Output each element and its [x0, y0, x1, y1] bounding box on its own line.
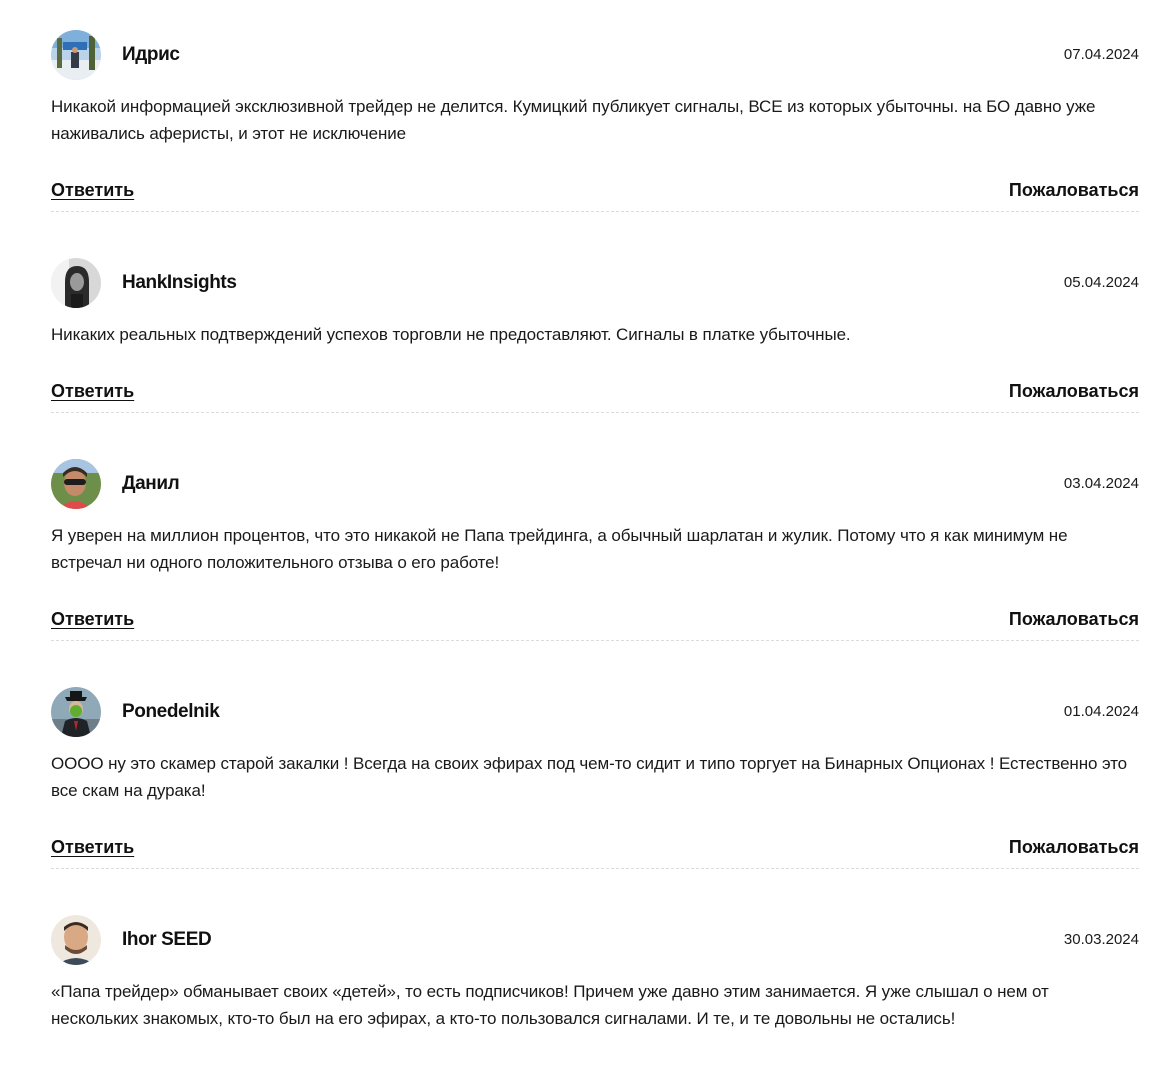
- man-sunglasses-photo-icon: [51, 459, 101, 509]
- avatar[interactable]: [51, 258, 101, 308]
- person-outdoor-photo-icon: [51, 30, 101, 80]
- comment-item: HankInsights 05.04.2024 Никаких реальных…: [51, 258, 1139, 413]
- comment-date: 01.04.2024: [1063, 703, 1139, 720]
- comment-text: Я уверен на миллион процентов, что это н…: [51, 526, 1068, 572]
- man-portrait-photo-icon: [51, 915, 101, 965]
- divider: [51, 868, 1139, 869]
- reply-link[interactable]: Ответить: [51, 837, 134, 858]
- comment-date: 03.04.2024: [1063, 475, 1139, 492]
- comment-author: Ihor SEED: [122, 929, 212, 950]
- bw-portrait-photo-icon: [51, 258, 101, 308]
- comment-header: HankInsights 05.04.2024: [51, 258, 1139, 308]
- comment-actions: Ответить Пожаловаться: [51, 837, 1139, 867]
- reply-link[interactable]: Ответить: [51, 180, 134, 201]
- report-link[interactable]: Пожаловаться: [1009, 180, 1139, 201]
- comment-actions: Ответить Пожаловаться: [51, 381, 1139, 411]
- reply-link[interactable]: Ответить: [51, 609, 134, 630]
- comment-date: 07.04.2024: [1063, 46, 1139, 63]
- comment-author: Данил: [122, 473, 180, 494]
- comment-actions: Ответить Пожаловаться: [51, 180, 1139, 210]
- comment-item: Ihor SEED 30.03.2024 «Папа трейдер» обма…: [51, 915, 1139, 1032]
- comment-author: Идрис: [122, 44, 180, 65]
- comment-header: Идрис 07.04.2024: [51, 30, 1139, 80]
- comment-header: Ihor SEED 30.03.2024: [51, 915, 1139, 965]
- divider: [51, 211, 1139, 212]
- reply-link[interactable]: Ответить: [51, 381, 134, 402]
- comment-date: 05.04.2024: [1063, 274, 1139, 291]
- comment-text: ОООО ну это скамер старой закалки ! Всег…: [51, 754, 1128, 800]
- comment-actions: Ответить Пожаловаться: [51, 609, 1139, 639]
- comments-list: Идрис 07.04.2024 Никакой информацией экс…: [51, 0, 1139, 1032]
- report-link[interactable]: Пожаловаться: [1009, 609, 1139, 630]
- divider: [51, 412, 1139, 413]
- divider: [51, 640, 1139, 641]
- report-link[interactable]: Пожаловаться: [1009, 381, 1139, 402]
- man-with-apple-painting-icon: [51, 687, 101, 737]
- comment-text: Никакой информацией эксклюзивной трейдер…: [51, 97, 1096, 143]
- avatar[interactable]: [51, 30, 101, 80]
- avatar[interactable]: [51, 915, 101, 965]
- avatar[interactable]: [51, 459, 101, 509]
- comment-header: Данил 03.04.2024: [51, 459, 1139, 509]
- comment-author: HankInsights: [122, 272, 237, 293]
- comment-author: Ponedelnik: [122, 701, 220, 722]
- comment-text: Никаких реальных подтверждений успехов т…: [51, 325, 851, 344]
- comment-item: Идрис 07.04.2024 Никакой информацией экс…: [51, 30, 1139, 212]
- comment-item: Данил 03.04.2024 Я уверен на миллион про…: [51, 459, 1139, 641]
- comment-header: Ponedelnik 01.04.2024: [51, 687, 1139, 737]
- avatar[interactable]: [51, 687, 101, 737]
- comment-date: 30.03.2024: [1063, 931, 1139, 948]
- comment-item: Ponedelnik 01.04.2024 ОООО ну это скамер…: [51, 687, 1139, 869]
- report-link[interactable]: Пожаловаться: [1009, 837, 1139, 858]
- comment-text: «Папа трейдер» обманывает своих «детей»,…: [51, 982, 1049, 1028]
